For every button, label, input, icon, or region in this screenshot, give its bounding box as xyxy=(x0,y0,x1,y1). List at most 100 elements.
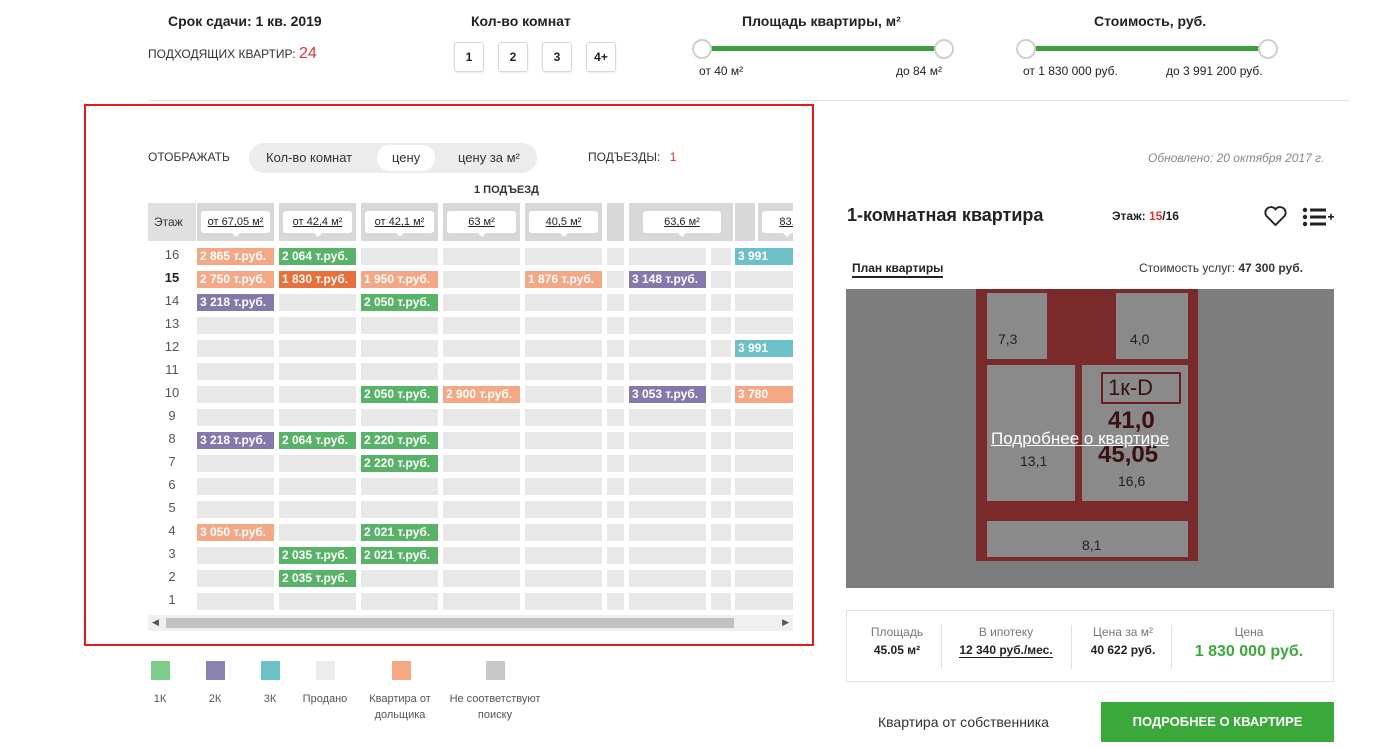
entrance-1-link[interactable]: 1 xyxy=(670,150,677,164)
rooms-3-button[interactable]: 3 xyxy=(542,42,572,72)
apartment-cell[interactable]: 2 750 т.руб. xyxy=(197,271,274,288)
plan-details-link[interactable]: Подробнее о квартире xyxy=(991,429,1169,449)
grid-horizontal-scrollbar[interactable]: ◀ ▶ xyxy=(148,615,793,631)
price-from-label: от 1 830 000 руб. xyxy=(1023,64,1118,78)
apartment-details-button[interactable]: ПОДРОБНЕЕ О КВАРТИРЕ xyxy=(1101,702,1334,742)
apartment-cell[interactable]: 3 050 т.руб. xyxy=(197,524,274,541)
rooms-2-button[interactable]: 2 xyxy=(498,42,528,72)
apartment-cell[interactable]: 2 865 т.руб. xyxy=(197,248,274,265)
scrollbar-thumb[interactable] xyxy=(166,618,734,628)
apartment-cell[interactable]: 2 900 т.руб. xyxy=(443,386,520,403)
column-area-label[interactable]: 40,5 м² xyxy=(529,211,598,237)
apartment-cell xyxy=(735,363,793,380)
apartment-cell xyxy=(735,271,793,288)
area-slider-min-handle[interactable] xyxy=(692,39,712,59)
legend-swatch xyxy=(206,661,225,680)
legend-label: 1К xyxy=(153,693,167,705)
apartment-cell xyxy=(735,524,793,541)
apartment-cell[interactable]: 3 148 т.руб. xyxy=(629,271,706,288)
apartment-summary: Площадь 45.05 м² В ипотеку 12 340 руб./м… xyxy=(846,610,1334,682)
apartment-cell xyxy=(197,570,274,587)
floor-total: /16 xyxy=(1162,209,1179,223)
apartment-cell xyxy=(607,432,624,449)
rooms-1-button[interactable]: 1 xyxy=(454,42,484,72)
apartment-cell[interactable]: 2 064 т.руб. xyxy=(279,248,356,265)
apartment-cell xyxy=(525,455,602,472)
summary-divider-3 xyxy=(1171,625,1172,669)
apartment-cell[interactable]: 3 218 т.руб. xyxy=(197,294,274,311)
apartment-cell[interactable]: 2 035 т.руб. xyxy=(279,547,356,564)
summary-price-label: Цена xyxy=(1234,625,1264,639)
apartment-cell xyxy=(607,386,624,403)
apartment-cell xyxy=(443,340,520,357)
apartment-cell xyxy=(443,455,520,472)
plan-label-room-1: 7,3 xyxy=(998,331,1018,347)
apartment-cell[interactable]: 3 991 xyxy=(735,248,793,265)
column-area-label[interactable]: от 42,1 м² xyxy=(365,211,434,237)
price-slider-min-handle[interactable] xyxy=(1016,39,1036,59)
column-area-label[interactable]: 63,6 м² xyxy=(643,211,721,237)
floor-number: 6 xyxy=(168,477,176,492)
apartment-cell[interactable]: 3 218 т.руб. xyxy=(197,432,274,449)
apartment-cell xyxy=(607,271,624,288)
apartment-cell xyxy=(525,363,602,380)
apartment-cell xyxy=(197,317,274,334)
apartment-cell[interactable]: 2 050 т.руб. xyxy=(361,294,438,311)
column-area-label[interactable]: от 67,05 м² xyxy=(201,211,270,237)
apartment-cell[interactable]: 1 830 т.руб. xyxy=(279,271,356,288)
apartment-cell[interactable]: 3 780 xyxy=(735,386,793,403)
plan-tab[interactable]: План квартиры xyxy=(852,261,944,278)
apartment-cell xyxy=(361,340,438,357)
apartment-cell[interactable]: 1 876 т.руб. xyxy=(525,271,602,288)
add-to-compare-list-icon[interactable] xyxy=(1302,207,1334,227)
column-area-label[interactable]: 63 м² xyxy=(447,211,516,237)
scroll-right-arrow-icon[interactable]: ▶ xyxy=(782,617,789,628)
display-option-rooms[interactable]: Кол-во комнат xyxy=(266,143,352,173)
apartment-cell xyxy=(711,593,731,610)
apartment-cell[interactable]: 2 220 т.руб. xyxy=(361,432,438,449)
apartment-cell[interactable]: 3 991 xyxy=(735,340,793,357)
legend-label: Квартира от дольщика xyxy=(369,693,431,721)
apartment-cell xyxy=(607,570,624,587)
favorite-heart-icon[interactable] xyxy=(1264,206,1287,226)
apartment-plan[interactable]: 7,3 4,0 1к-D 41,0 45,05 13,1 16,6 8,1 По… xyxy=(846,289,1334,588)
apartment-cell[interactable]: 1 950 т.руб. xyxy=(361,271,438,288)
apartment-cell xyxy=(607,547,624,564)
apartment-cell[interactable]: 2 035 т.руб. xyxy=(279,570,356,587)
area-slider-max-handle[interactable] xyxy=(934,39,954,59)
apartment-cell xyxy=(629,570,706,587)
apartment-cell xyxy=(629,363,706,380)
apartment-cell xyxy=(629,593,706,610)
summary-mortgage-value[interactable]: 12 340 руб./мес. xyxy=(959,643,1053,658)
apartment-cell xyxy=(711,363,731,380)
service-cost-label: Стоимость услуг: xyxy=(1139,261,1235,275)
price-slider-track[interactable] xyxy=(1028,46,1268,51)
apartment-cell xyxy=(711,386,731,403)
apartment-cell[interactable]: 2 050 т.руб. xyxy=(361,386,438,403)
scroll-left-arrow-icon[interactable]: ◀ xyxy=(152,617,159,628)
header-divider xyxy=(148,100,1349,101)
apartment-cell xyxy=(361,501,438,518)
apartment-cell[interactable]: 2 064 т.руб. xyxy=(279,432,356,449)
apartment-cell xyxy=(711,317,731,334)
area-slider-track[interactable] xyxy=(704,46,944,51)
apartment-cell[interactable]: 3 053 т.руб. xyxy=(629,386,706,403)
apartment-cell xyxy=(361,593,438,610)
column-area-label[interactable]: 83, xyxy=(762,211,793,237)
apartment-cell[interactable]: 2 021 т.руб. xyxy=(361,524,438,541)
apartment-cell xyxy=(443,409,520,426)
display-option-price[interactable]: цену xyxy=(377,145,436,171)
rooms-4plus-button[interactable]: 4+ xyxy=(586,42,616,72)
column-header-bg xyxy=(607,203,624,241)
apartment-cell[interactable]: 2 220 т.руб. xyxy=(361,455,438,472)
summary-mortgage[interactable]: В ипотеку 12 340 руб./мес. xyxy=(951,625,1061,658)
matching-label: ПОДХОДЯЩИХ КВАРТИР: xyxy=(148,47,296,61)
display-option-price-per-m2[interactable]: цену за м² xyxy=(458,143,520,173)
apartment-cell[interactable]: 2 021 т.руб. xyxy=(361,547,438,564)
apartment-cell xyxy=(525,432,602,449)
apartment-cell xyxy=(607,363,624,380)
column-area-label[interactable]: от 42,4 м² xyxy=(283,211,352,237)
price-slider-max-handle[interactable] xyxy=(1258,39,1278,59)
apartment-cell xyxy=(711,524,731,541)
entrances-row: ПОДЪЕЗДЫ: 1 xyxy=(588,150,676,164)
